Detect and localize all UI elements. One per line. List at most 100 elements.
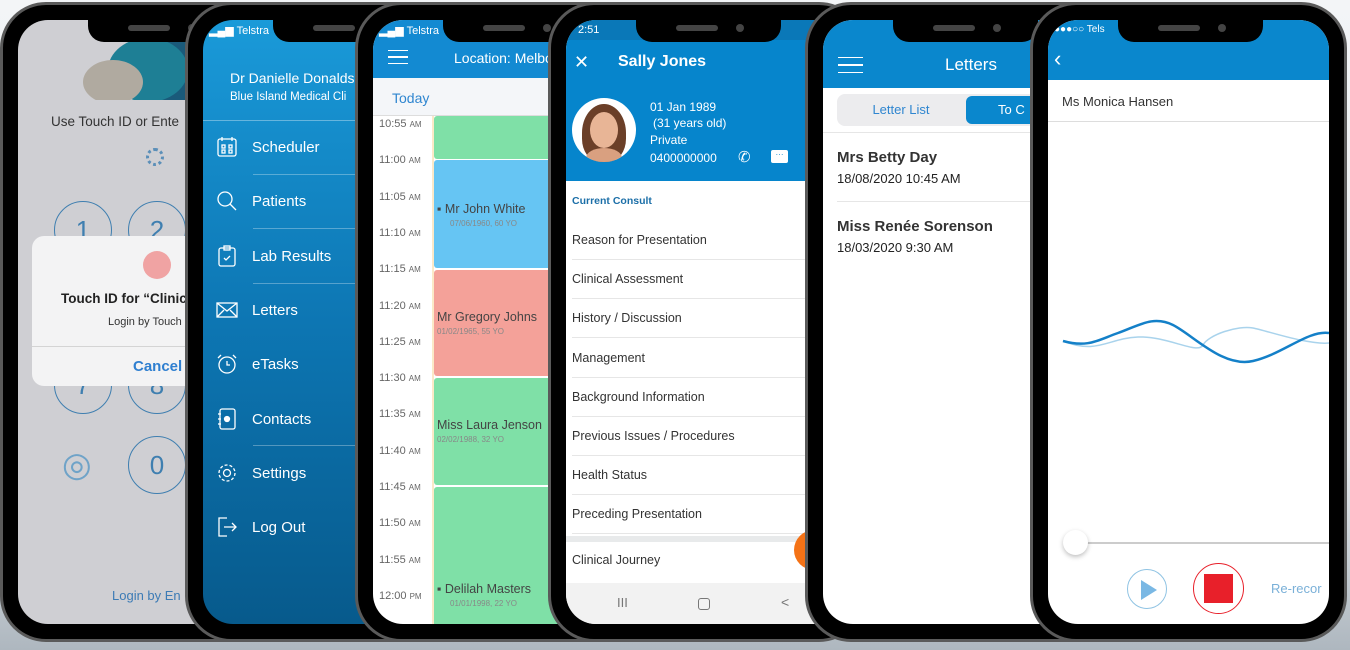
menu-item-label: Lab Results (252, 247, 332, 265)
alarm-clock-icon (217, 354, 237, 374)
phone-recorder: ●●●○○ Tels ‹ Ms Monica Hansen Re-recor (1030, 2, 1347, 642)
menu-item-etasks[interactable]: eTasks (215, 349, 299, 379)
envelope-icon (216, 302, 238, 318)
contact-book-icon (218, 408, 236, 430)
slider-knob[interactable] (1063, 530, 1088, 555)
time-label: 11:50 AM (379, 517, 421, 529)
letter-item-name[interactable]: Mrs Betty Day (837, 149, 937, 166)
time-period: AM (408, 192, 421, 202)
play-icon (1141, 580, 1157, 600)
appointment-dob: 01/02/1965, 55 YO (437, 327, 505, 336)
re-record-button[interactable]: Re-recor (1271, 581, 1322, 596)
calendar-icon (217, 137, 237, 157)
menu-item-letters[interactable]: Letters (215, 295, 298, 325)
appointment-name: ▪ Mr John White (437, 202, 526, 216)
time-period: PM (409, 591, 422, 601)
keypad-0[interactable]: 0 (128, 436, 186, 494)
patient-dob: 01 Jan 1989 (650, 100, 717, 114)
time-value: 11:55 (379, 553, 406, 566)
patient-avatar (572, 98, 636, 162)
notch (636, 20, 781, 42)
time-period: AM (408, 410, 421, 420)
clinical-journey-item[interactable]: Clinical Journey (572, 553, 660, 567)
phone-call-icon[interactable]: ✆ (738, 148, 751, 166)
dialog-title: Touch ID for “Clinic (61, 291, 187, 306)
time-label: 11:20 AM (379, 300, 421, 312)
message-icon[interactable]: ··· (771, 150, 788, 163)
menu-item-settings[interactable]: Settings (215, 458, 306, 488)
time-label: 11:25 AM (379, 336, 421, 348)
letters-title: Letters (945, 55, 997, 74)
time-value: 11:15 (379, 263, 406, 276)
patient-phone: 0400000000 (650, 151, 717, 165)
letter-item-date: 18/03/2020 9:30 AM (837, 240, 954, 255)
stop-record-button[interactable] (1193, 563, 1244, 614)
menu-item-label: Letters (252, 301, 298, 319)
menu-item-label: Contacts (252, 410, 312, 428)
menu-item-patients[interactable]: Patients (215, 186, 306, 216)
time-label: 11:10 AM (379, 227, 421, 239)
today-button[interactable]: Today (392, 90, 429, 106)
cancel-button[interactable]: Cancel (133, 358, 182, 375)
menu-item-log-out[interactable]: Log Out (215, 512, 305, 542)
menu-item-label: Patients (252, 192, 307, 210)
close-icon[interactable]: ✕ (574, 52, 589, 73)
menu-item-contacts[interactable]: Contacts (215, 404, 311, 434)
play-button[interactable] (1127, 569, 1167, 609)
status-carrier: ▂▄▆ Telstra (209, 25, 269, 37)
time-value: 11:25 (379, 335, 406, 348)
time-label: 11:55 AM (379, 554, 421, 566)
appointment-dob: 01/01/1998, 22 YO (450, 599, 518, 608)
notch (893, 20, 1038, 42)
time-value: 11:40 (379, 444, 406, 457)
hamburger-menu-icon[interactable] (388, 50, 408, 64)
fingerprint-icon[interactable]: ◎ (62, 445, 92, 485)
time-label: 11:15 AM (379, 263, 421, 275)
time-value: 12:00 (379, 589, 407, 602)
hamburger-menu-icon[interactable] (838, 57, 863, 73)
menu-item-label: Settings (252, 464, 307, 482)
menu-item-scheduler[interactable]: Scheduler (215, 132, 320, 162)
time-label: 11:30 AM (379, 372, 421, 384)
time-value: 11:50 (379, 517, 406, 530)
appointment-dob: 07/06/1960, 60 YO (450, 219, 518, 228)
back-button[interactable]: < (781, 594, 789, 610)
appointment-name: Mr Gregory Johns (437, 310, 538, 324)
home-button[interactable] (698, 598, 710, 610)
clipboard-check-icon (218, 245, 236, 267)
stop-icon (1204, 574, 1233, 603)
back-chevron-icon[interactable]: ‹ (1054, 46, 1061, 72)
time-value: 11:20 (379, 299, 406, 312)
patient-name: Delilah Masters (444, 582, 532, 596)
time-label: 11:45 AM (379, 481, 421, 493)
appointment-name: ▪ Delilah Masters (437, 582, 532, 596)
time-period: AM (409, 120, 422, 129)
time-label: 11:35 AM (379, 408, 421, 420)
recents-button[interactable]: III (617, 595, 628, 610)
patient-name: Mr John White (444, 202, 526, 216)
patient-name: Ms Monica Hansen (1062, 94, 1174, 109)
recorder-screen: ●●●○○ Tels ‹ Ms Monica Hansen Re-recor (1048, 20, 1329, 624)
time-period: AM (408, 519, 421, 529)
patient-billing: Private (650, 133, 688, 147)
time-period: AM (408, 446, 421, 456)
clinic-name: Blue Island Medical Cli (230, 91, 347, 103)
login-by-email-link[interactable]: Login by En (112, 588, 181, 603)
appointment-dob: 02/02/1988, 32 YO (437, 435, 505, 444)
tab-letter-list[interactable]: Letter List (837, 94, 965, 126)
logout-icon (218, 517, 237, 537)
letter-item-name[interactable]: Miss Renée Sorenson (837, 218, 993, 235)
appointment-name: Miss Laura Jenson (437, 418, 542, 432)
time-period: AM (408, 555, 421, 565)
time-value: 11:45 (379, 481, 406, 493)
audio-waveform (1062, 319, 1329, 364)
time-label: 10:55 AM (379, 118, 422, 130)
time-label: 11:00 AM (379, 154, 421, 166)
search-icon (217, 191, 237, 211)
patient-name: Sally Jones (618, 53, 707, 70)
playback-slider[interactable] (1076, 542, 1329, 544)
notch (1118, 20, 1263, 42)
menu-item-lab-results[interactable]: Lab Results (215, 241, 331, 271)
location-title[interactable]: Location: Melbo (454, 50, 553, 66)
time-label: 11:40 AM (379, 445, 421, 457)
